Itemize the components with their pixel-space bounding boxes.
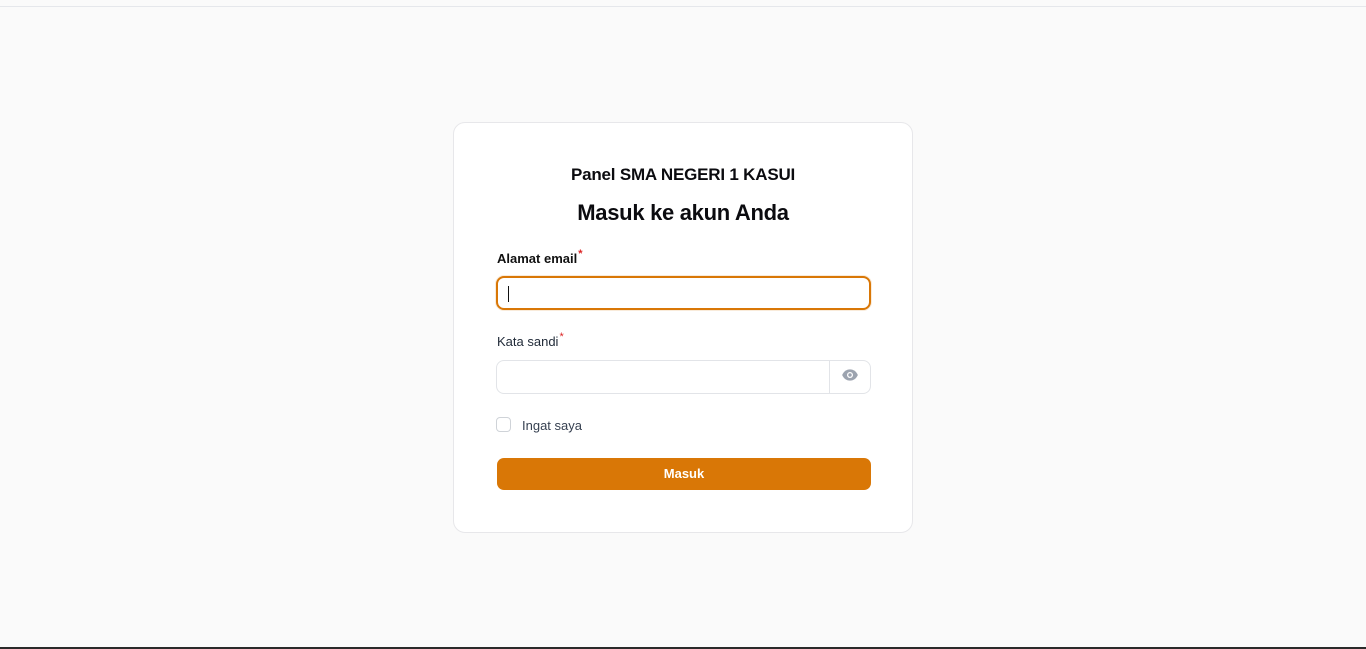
show-password-button[interactable]	[829, 361, 870, 393]
login-card: Panel SMA NEGERI 1 KASUI Masuk ke akun A…	[453, 122, 913, 533]
top-border	[0, 6, 1366, 7]
login-button[interactable]: Masuk	[497, 458, 871, 490]
email-field[interactable]	[496, 276, 871, 310]
text-caret	[508, 286, 509, 302]
password-label-text: Kata sandi	[497, 334, 559, 349]
email-label: Alamat email*	[497, 248, 583, 266]
email-label-text: Alamat email	[497, 251, 578, 266]
password-label: Kata sandi*	[497, 331, 564, 349]
remember-me-checkbox[interactable]	[496, 417, 511, 432]
required-marker: *	[559, 331, 564, 343]
eye-icon	[841, 366, 859, 389]
remember-me-label[interactable]: Ingat saya	[522, 418, 582, 433]
required-marker: *	[578, 248, 583, 260]
password-field[interactable]	[496, 360, 871, 394]
panel-brand: Panel SMA NEGERI 1 KASUI	[570, 165, 796, 184]
page-title: Masuk ke akun Anda	[577, 200, 789, 225]
